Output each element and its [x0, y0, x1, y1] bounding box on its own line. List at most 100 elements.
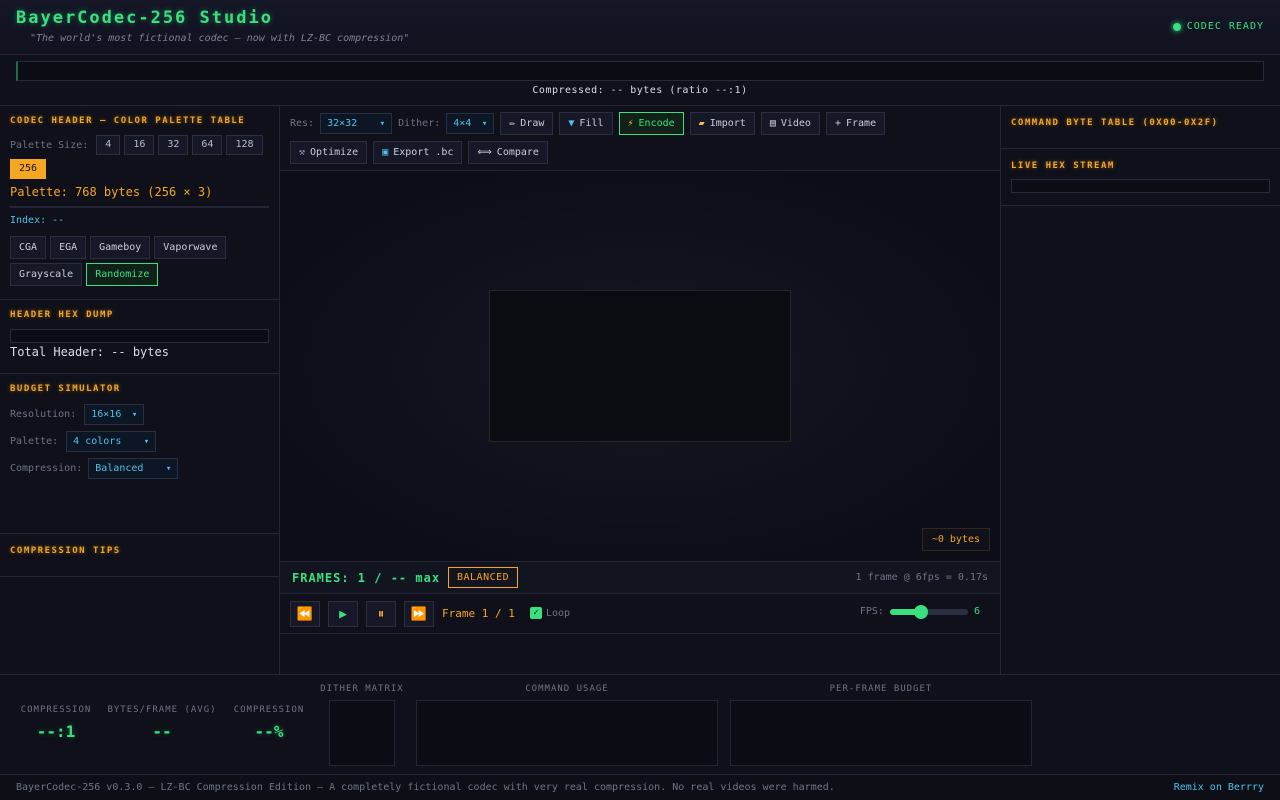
- compression-pct-label: COMPRESSION: [233, 705, 305, 715]
- budget-compression-select[interactable]: Balanced ▾: [88, 458, 179, 479]
- preset-cga-button[interactable]: CGA: [10, 236, 47, 259]
- floppy-disk-icon: ▣: [382, 147, 389, 158]
- rewind-icon: ⏪: [296, 606, 314, 622]
- compression-ratio-label: COMPRESSION: [20, 705, 92, 715]
- pixel-canvas[interactable]: [489, 290, 791, 442]
- fill-button[interactable]: ▼ Fill: [559, 112, 613, 135]
- optimize-button[interactable]: ⚒ Optimize: [290, 141, 368, 164]
- draw-button[interactable]: ✏ Draw: [500, 112, 554, 135]
- chevron-down-icon: ▾: [143, 436, 150, 447]
- play-button[interactable]: ▶: [328, 601, 358, 627]
- canvas-area: ~0 bytes: [280, 171, 1000, 561]
- rewind-button[interactable]: ⏪: [290, 601, 320, 627]
- fast-forward-button[interactable]: ⏩: [404, 601, 434, 627]
- res-value: 32×32: [327, 118, 358, 129]
- preset-grayscale-button[interactable]: Grayscale: [10, 263, 83, 286]
- command-table-title: COMMAND BYTE TABLE (0X00-0X2F): [1011, 118, 1219, 128]
- bytes-per-frame-label: BYTES/FRAME (AVG): [107, 705, 217, 715]
- compression-pct-value: --%: [254, 722, 284, 741]
- budget-resolution-value: 16×16: [91, 409, 122, 420]
- budget-section-title: BUDGET SIMULATOR: [10, 384, 121, 394]
- video-button[interactable]: ▤ Video: [760, 112, 820, 135]
- per-frame-budget-chart: [730, 700, 1032, 766]
- preset-gameboy-button[interactable]: Gameboy: [90, 236, 151, 259]
- hex-stream-title: LIVE HEX STREAM: [1011, 161, 1115, 171]
- compare-arrows-icon: ⟺: [477, 147, 492, 158]
- command-table-section: COMMAND BYTE TABLE (0X00-0X2F): [1001, 106, 1280, 149]
- fps-slider-handle[interactable]: [914, 604, 929, 619]
- per-frame-budget-label: PER-FRAME BUDGET: [829, 684, 933, 694]
- hex-stream-box: [1011, 179, 1270, 193]
- palette-section-title: CODEC HEADER — COLOR PALETTE TABLE: [10, 116, 246, 126]
- loop-toggle[interactable]: ✓ Loop: [530, 607, 570, 619]
- app-header: BayerCodec-256 Studio "The world's most …: [0, 0, 1280, 55]
- compressed-summary: Compressed: -- bytes (ratio --:1): [532, 85, 748, 96]
- palette-size-128[interactable]: 128: [226, 135, 263, 155]
- pause-icon: ⏸: [377, 606, 385, 622]
- palette-size-label: Palette Size:: [10, 139, 89, 151]
- text-input-field[interactable]: [16, 61, 1264, 81]
- footer-text: BayerCodec-256 v0.3.0 — LZ-BC Compressio…: [16, 782, 835, 793]
- toolbar: Res: 32×32 ▾ Dither: 4×4 ▾ ✏ Draw ▼ Fill ⚡…: [280, 106, 1000, 171]
- compare-button[interactable]: ⟺ Compare: [468, 141, 548, 164]
- compression-pct-stat: COMPRESSION --%: [228, 705, 310, 741]
- palette-size-32[interactable]: 32: [158, 135, 189, 155]
- app-title: BayerCodec-256 Studio: [16, 8, 273, 28]
- loop-label: Loop: [546, 607, 571, 619]
- encode-button[interactable]: ⚡ Encode: [618, 112, 684, 135]
- import-button[interactable]: ▰ Import: [689, 112, 755, 135]
- res-select[interactable]: 32×32 ▾: [320, 113, 393, 134]
- hexdump-box: [10, 329, 269, 343]
- palette-size-256[interactable]: 256: [10, 159, 47, 179]
- hexdump-section-title: HEADER HEX DUMP: [10, 310, 114, 320]
- frame-duration-info: 1 frame @ 6fps = 0.17s: [855, 572, 988, 583]
- budget-palette-select[interactable]: 4 colors ▾: [66, 431, 157, 452]
- preset-ega-button[interactable]: EGA: [50, 236, 87, 259]
- palette-size-4[interactable]: 4: [96, 135, 121, 155]
- tips-section-title: COMPRESSION TIPS: [10, 546, 121, 556]
- status-dot-icon: [1172, 22, 1181, 31]
- play-icon: ▶: [339, 606, 347, 622]
- fps-slider[interactable]: [889, 604, 968, 619]
- compression-ratio-value: --:1: [36, 722, 76, 741]
- budget-compression-value: Balanced: [95, 463, 144, 474]
- checkbox-checked-icon[interactable]: ✓: [530, 607, 542, 619]
- header-total: Total Header: -- bytes: [10, 345, 169, 359]
- budget-resolution-select[interactable]: 16×16 ▾: [84, 404, 145, 425]
- chevron-down-icon: ▾: [131, 409, 138, 420]
- fps-control: FPS: 6: [859, 604, 980, 619]
- palette-size-16[interactable]: 16: [124, 135, 155, 155]
- budget-compression-label: Compression:: [10, 463, 83, 474]
- hexdump-section: HEADER HEX DUMP Total Header: -- bytes: [0, 300, 279, 374]
- hex-stream-section: LIVE HEX STREAM: [1001, 149, 1280, 206]
- frame-counter: Frame 1 / 1: [442, 607, 515, 620]
- fps-label: FPS:: [859, 606, 884, 617]
- wrench-icon: ⚒: [299, 147, 306, 158]
- stats-bar: COMPRESSION --:1 BYTES/FRAME (AVG) -- CO…: [0, 674, 1280, 774]
- dither-label: Dither:: [398, 118, 441, 129]
- tips-section: COMPRESSION TIPS: [0, 534, 279, 577]
- bytes-per-frame-value: --: [152, 722, 172, 741]
- dither-select[interactable]: 4×4 ▾: [446, 113, 495, 134]
- preset-vaporwave-button[interactable]: Vaporwave: [154, 236, 227, 259]
- palette-index: Index: --: [10, 215, 65, 226]
- dither-matrix-view: [329, 700, 395, 766]
- footer: BayerCodec-256 v0.3.0 — LZ-BC Compressio…: [0, 774, 1280, 800]
- palette-size-64[interactable]: 64: [192, 135, 223, 155]
- palette-section: CODEC HEADER — COLOR PALETTE TABLE Palet…: [0, 106, 279, 300]
- codec-status: CODEC READY: [1172, 21, 1264, 32]
- chevron-down-icon: ▾: [481, 118, 488, 129]
- add-frame-button[interactable]: + Frame: [825, 112, 886, 135]
- clapperboard-icon: ▤: [769, 118, 776, 129]
- right-panel: COMMAND BYTE TABLE (0X00-0X2F) LIVE HEX …: [1000, 106, 1280, 674]
- remix-link[interactable]: Remix on Berrry: [1174, 782, 1264, 793]
- pause-button[interactable]: ⏸: [366, 601, 396, 627]
- pencil-icon: ✏: [509, 118, 516, 129]
- res-label: Res:: [290, 118, 315, 129]
- budget-palette-label: Palette:: [10, 436, 59, 447]
- budget-resolution-label: Resolution:: [10, 409, 77, 420]
- randomize-button[interactable]: Randomize: [86, 263, 159, 286]
- export-button[interactable]: ▣ Export .bc: [373, 141, 463, 164]
- plus-icon: +: [834, 118, 841, 129]
- status-text: CODEC READY: [1186, 21, 1264, 32]
